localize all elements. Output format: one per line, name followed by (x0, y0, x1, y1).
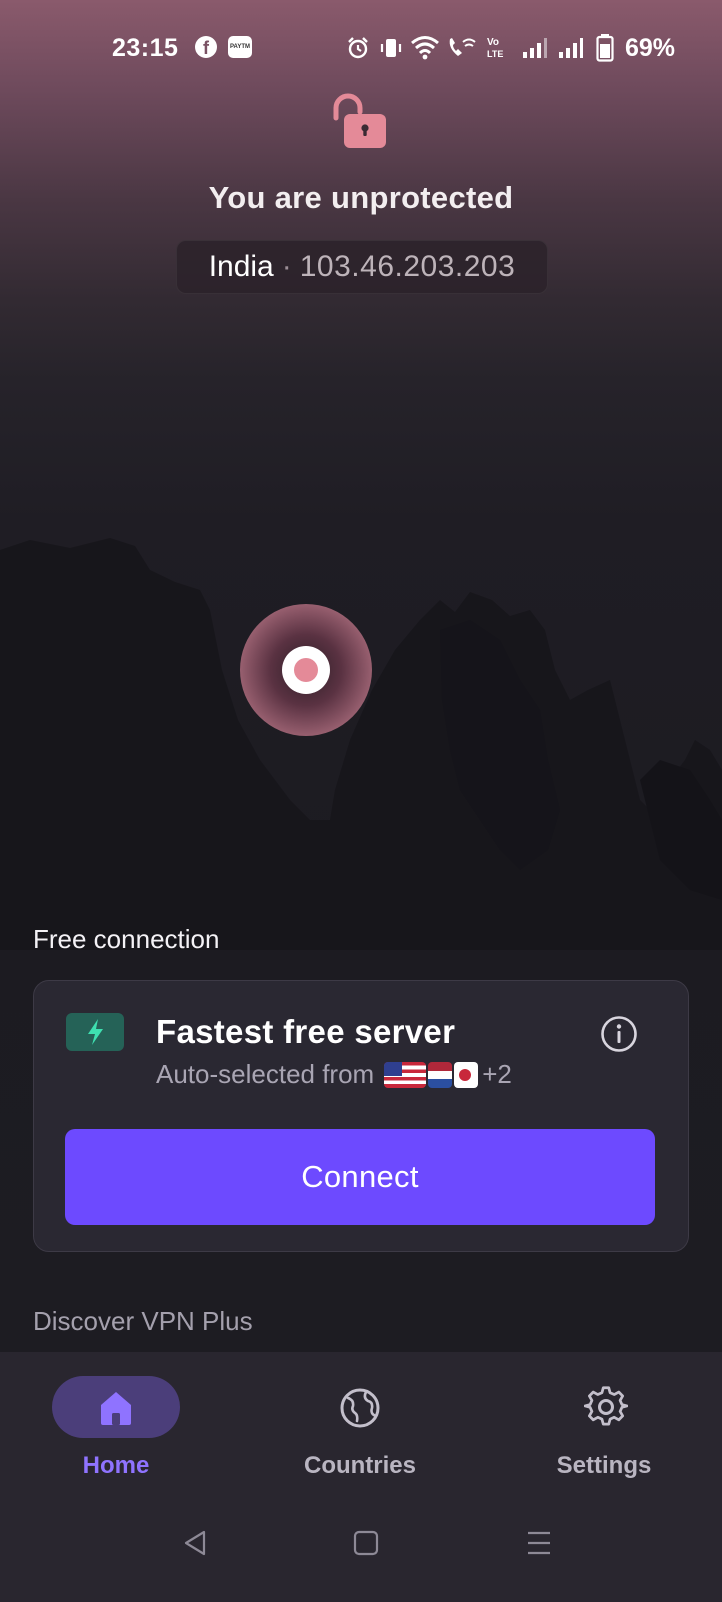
lightning-bolt-icon (88, 1019, 103, 1045)
wifi-icon (411, 36, 439, 60)
recents-menu-icon[interactable] (524, 1528, 554, 1558)
vpn-home-screen: 23:15 f PAYTM Vo LTE 69% You are unprote… (0, 0, 722, 1602)
netherlands-flag (428, 1061, 453, 1088)
unlocked-padlock-icon (333, 93, 386, 148)
discover-vpn-plus-label[interactable]: Discover VPN Plus (33, 1306, 253, 1337)
volte-icon: Vo LTE (487, 37, 503, 59)
battery-percent: 69% (625, 34, 676, 62)
nav-countries-label: Countries (303, 1452, 416, 1479)
battery-icon (596, 34, 614, 62)
status-bar: 23:15 f PAYTM Vo LTE 69% (0, 28, 722, 68)
server-subtitle: Auto-selected from +2 (156, 1059, 512, 1090)
gear-icon (584, 1386, 628, 1426)
vibrate-icon (380, 39, 402, 57)
bolt-badge (66, 1013, 124, 1051)
current-country: India (208, 250, 274, 283)
svg-text:Vo: Vo (487, 37, 499, 48)
connect-button[interactable]: Connect (65, 1129, 655, 1225)
home-square-icon[interactable] (352, 1528, 380, 1558)
location-ip-pill: India · 103.46.203.203 (176, 240, 548, 294)
back-icon[interactable] (180, 1528, 210, 1558)
more-countries-count: +2 (482, 1059, 512, 1089)
protection-status-title: You are unprotected (208, 180, 514, 215)
wifi-calling-icon (449, 38, 476, 56)
status-time: 23:15 (112, 34, 179, 62)
signal-icon (523, 38, 547, 58)
home-icon (101, 1392, 131, 1425)
location-marker (240, 604, 372, 736)
system-navigation-bar (0, 1520, 722, 1580)
nav-home-label: Home (82, 1452, 150, 1479)
auto-selected-text: Auto-selected from (156, 1059, 375, 1089)
us-flag (384, 1061, 427, 1088)
alarm-icon (348, 37, 368, 59)
server-title: Fastest free server (156, 1013, 456, 1050)
svg-text:LTE: LTE (487, 49, 503, 59)
ip-address: 103.46.203.203 (299, 250, 516, 283)
info-icon[interactable] (600, 1015, 638, 1053)
separator: · (281, 250, 292, 283)
facebook-icon: f (195, 36, 217, 58)
nav-home[interactable]: Home (0, 1376, 240, 1486)
paytm-icon: PAYTM (228, 36, 252, 58)
marker-dot-center (294, 658, 318, 682)
nav-settings[interactable]: Settings (484, 1376, 722, 1486)
free-connection-label: Free connection (33, 924, 220, 954)
nav-settings-label: Settings (556, 1452, 652, 1479)
globe-icon (340, 1388, 380, 1428)
japan-flag (454, 1061, 479, 1088)
world-map (0, 538, 722, 950)
fastest-free-server-card[interactable]: Fastest free server Auto-selected from +… (33, 980, 689, 1252)
signal-icon (559, 38, 583, 58)
nav-countries[interactable]: Countries (240, 1376, 480, 1486)
marker-dot (282, 646, 330, 694)
